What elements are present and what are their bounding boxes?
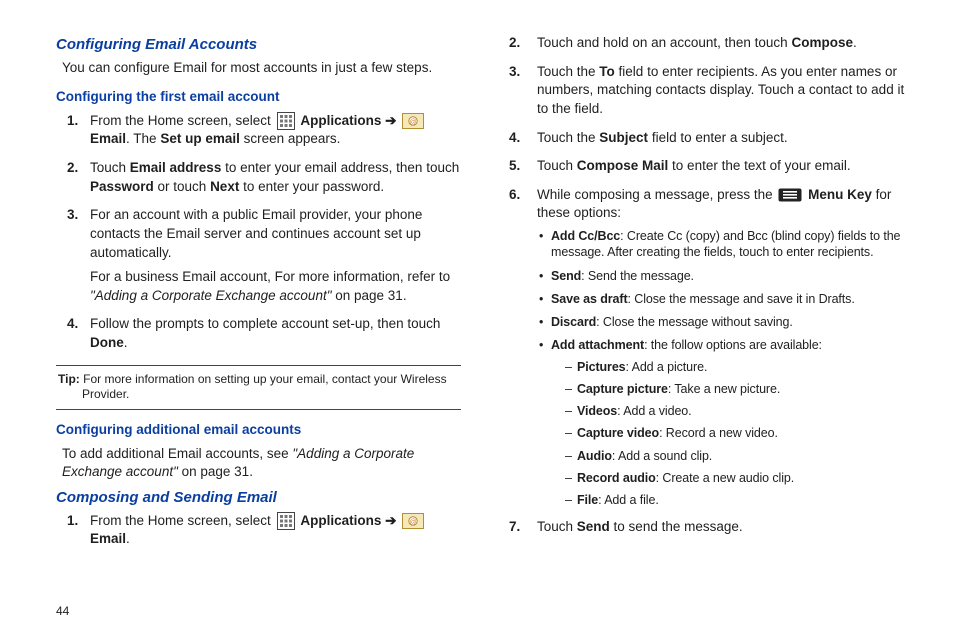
tip-label: Tip: <box>58 372 80 386</box>
steps-composing-cont: Touch and hold on an account, then touch… <box>503 34 908 537</box>
step-1: From the Home screen, select Application… <box>82 112 461 149</box>
tip-box: Tip: For more information on setting up … <box>56 365 461 410</box>
attachment-options-list: Pictures: Add a picture. Capture picture… <box>565 359 908 509</box>
applications-icon <box>277 512 295 530</box>
email-icon: @ <box>402 513 424 529</box>
step-2: Touch Email address to enter your email … <box>82 159 461 196</box>
arrow-icon: ➔ <box>381 113 400 128</box>
compose-step-1: From the Home screen, select Application… <box>82 512 461 549</box>
compose-mail-label: Compose Mail <box>577 158 669 173</box>
svg-text:@: @ <box>410 119 417 126</box>
steps-composing: From the Home screen, select Application… <box>82 512 461 549</box>
option-send: Send: Send the message. <box>539 268 908 284</box>
heading-additional-accounts: Configuring additional email accounts <box>56 422 461 437</box>
applications-icon <box>277 112 295 130</box>
step3-extra-pre: For a business Email account, For more i… <box>90 269 450 284</box>
applications-label: Applications <box>300 513 381 528</box>
subject-label: Subject <box>599 130 648 145</box>
heading-composing: Composing and Sending Email <box>56 489 461 506</box>
step-4: Follow the prompts to complete account s… <box>82 315 461 352</box>
attach-capture-video: Capture video: Record a new video. <box>565 425 908 441</box>
compose-step-5: Touch Compose Mail to enter the text of … <box>503 157 908 176</box>
compose-step-3: Touch the To field to enter recipients. … <box>503 63 908 119</box>
to-field-label: To <box>599 64 615 79</box>
setup-email-label: Set up email <box>160 131 240 146</box>
attach-pictures: Pictures: Add a picture. <box>565 359 908 375</box>
compose-label: Compose <box>791 35 853 50</box>
additional-accounts-text: To add additional Email accounts, see "A… <box>62 445 461 481</box>
send-label: Send <box>577 519 610 534</box>
arrow-icon: ➔ <box>381 513 400 528</box>
attach-audio: Audio: Add a sound clip. <box>565 448 908 464</box>
compose-step-6: While composing a message, press the Men… <box>503 186 908 509</box>
tip-body: Provider. <box>82 387 459 403</box>
menu-key-label: Menu Key <box>808 187 872 202</box>
heading-first-account: Configuring the first email account <box>56 89 461 104</box>
menu-key-icon <box>778 188 802 202</box>
page-number: 44 <box>56 604 69 618</box>
step3-main: For an account with a public Email provi… <box>90 206 461 262</box>
password-label: Password <box>90 179 154 194</box>
left-column: Configuring Email Accounts You can confi… <box>56 34 461 626</box>
heading-config-email: Configuring Email Accounts <box>56 36 461 53</box>
option-save-draft: Save as draft: Close the message and sav… <box>539 291 908 307</box>
tip-first-line: For more information on setting up your … <box>80 372 447 386</box>
xref-corporate-exchange: "Adding a Corporate Exchange account" <box>90 288 332 303</box>
option-add-cc-bcc: Add Cc/Bcc: Create Cc (copy) and Bcc (bl… <box>539 228 908 261</box>
done-label: Done <box>90 335 124 350</box>
step1-prefix: From the Home screen, select <box>90 113 275 128</box>
applications-label: Applications <box>300 113 381 128</box>
option-add-attachment: Add attachment: the follow options are a… <box>539 337 908 508</box>
menu-options-list: Add Cc/Bcc: Create Cc (copy) and Bcc (bl… <box>539 228 908 508</box>
attach-file: File: Add a file. <box>565 492 908 508</box>
email-label: Email <box>90 131 126 146</box>
email-label: Email <box>90 531 126 546</box>
next-label: Next <box>210 179 239 194</box>
step1-suffix: screen appears. <box>240 131 341 146</box>
step-3: For an account with a public Email provi… <box>82 206 461 305</box>
option-discard: Discard: Close the message without savin… <box>539 314 908 330</box>
steps-first-account: From the Home screen, select Application… <box>82 112 461 353</box>
email-address-label: Email address <box>130 160 222 175</box>
compose-step-7: Touch Send to send the message. <box>503 518 908 537</box>
email-icon: @ <box>402 113 424 129</box>
attach-videos: Videos: Add a video. <box>565 403 908 419</box>
compose-step-4: Touch the Subject field to enter a subje… <box>503 129 908 148</box>
right-column: Touch and hold on an account, then touch… <box>503 34 908 626</box>
attach-capture-picture: Capture picture: Take a new picture. <box>565 381 908 397</box>
compose-step-2: Touch and hold on an account, then touch… <box>503 34 908 53</box>
step1-mid: . The <box>126 131 160 146</box>
attach-record-audio: Record audio: Create a new audio clip. <box>565 470 908 486</box>
intro-text: You can configure Email for most account… <box>62 59 461 77</box>
svg-text:@: @ <box>410 519 417 526</box>
step3-extra-post: on page 31. <box>332 288 407 303</box>
